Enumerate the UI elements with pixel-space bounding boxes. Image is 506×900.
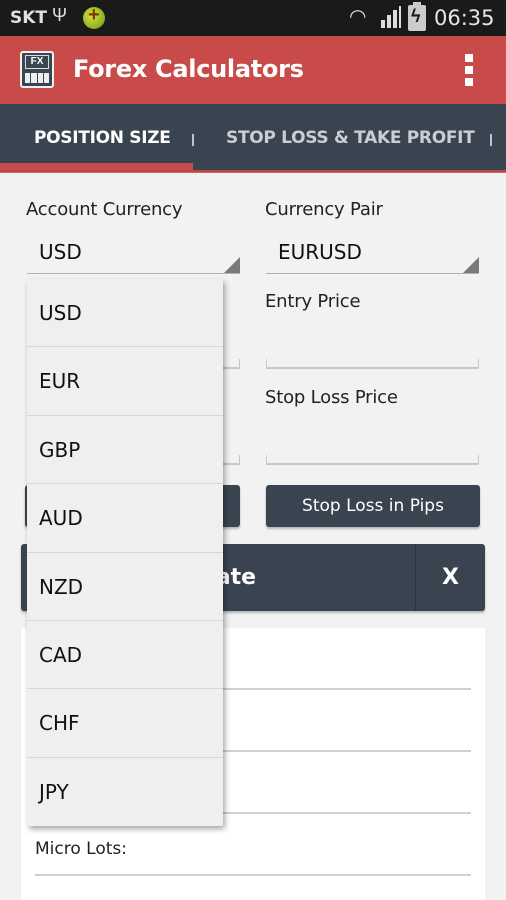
- overflow-menu-icon[interactable]: [462, 54, 476, 88]
- tab-divider: [192, 134, 194, 146]
- account-currency-dropdown: USD EUR GBP AUD NZD CAD CHF JPY: [27, 279, 223, 826]
- entry-price-label: Entry Price: [265, 291, 361, 312]
- currency-pair-spinner[interactable]: EURUSD: [266, 234, 479, 274]
- wifi-icon: ◠: [349, 6, 367, 28]
- dropdown-triangle-icon: [463, 257, 479, 273]
- app-bar: FX Forex Calculators: [0, 36, 506, 104]
- tab-position-size[interactable]: POSITION SIZE: [34, 104, 171, 172]
- dropdown-option-chf[interactable]: CHF: [27, 689, 223, 758]
- carrier-label: SKT: [10, 8, 48, 28]
- option-label: EUR: [39, 369, 81, 394]
- clear-button[interactable]: X: [416, 544, 485, 611]
- currency-pair-value: EURUSD: [278, 240, 362, 264]
- dropdown-option-jpy[interactable]: JPY: [27, 758, 223, 826]
- app-title: Forex Calculators: [73, 55, 304, 83]
- usb-icon: Ψ: [52, 5, 68, 25]
- dropdown-option-usd[interactable]: USD: [27, 279, 223, 348]
- result-divider: [35, 874, 471, 876]
- currency-pair-label: Currency Pair: [265, 199, 383, 220]
- account-currency-spinner[interactable]: USD: [27, 234, 240, 274]
- option-label: CAD: [39, 643, 83, 667]
- dropdown-option-cad[interactable]: CAD: [27, 621, 223, 690]
- status-bar: SKT Ψ ◠ 06:35: [0, 0, 506, 36]
- tab-underline: [0, 170, 506, 173]
- option-label: AUD: [39, 506, 83, 531]
- dropdown-option-gbp[interactable]: GBP: [27, 416, 223, 485]
- micro-lots-label: Micro Lots:: [35, 839, 127, 859]
- account-currency-label: Account Currency: [26, 199, 183, 220]
- battery-charging-icon: [408, 2, 426, 31]
- option-label: CHF: [39, 711, 80, 736]
- option-label: GBP: [39, 437, 81, 462]
- stop-loss-in-pips-button[interactable]: Stop Loss in Pips: [266, 485, 480, 527]
- option-label: USD: [39, 301, 82, 325]
- signal-icon: [379, 6, 401, 28]
- option-label: NZD: [39, 574, 84, 599]
- stop-loss-price-input[interactable]: [266, 455, 479, 465]
- dropdown-option-aud[interactable]: AUD: [27, 484, 223, 553]
- clock: 06:35: [434, 6, 495, 30]
- tab-stop-loss-take-profit[interactable]: STOP LOSS & TAKE PROFIT: [226, 104, 475, 172]
- dropdown-option-nzd[interactable]: NZD: [27, 553, 223, 621]
- fx-calculator-icon: FX: [20, 51, 54, 88]
- account-currency-value: USD: [39, 240, 82, 264]
- stop-loss-price-label: Stop Loss Price: [265, 387, 398, 408]
- active-tab-indicator: [0, 163, 193, 170]
- option-label: JPY: [39, 779, 69, 804]
- app-notification-icon: [83, 4, 105, 29]
- tab-bar: POSITION SIZE STOP LOSS & TAKE PROFIT: [0, 104, 506, 172]
- entry-price-input[interactable]: [266, 359, 479, 369]
- tab-divider: [490, 134, 492, 146]
- dropdown-triangle-icon: [224, 257, 240, 273]
- dropdown-option-eur[interactable]: EUR: [27, 347, 223, 416]
